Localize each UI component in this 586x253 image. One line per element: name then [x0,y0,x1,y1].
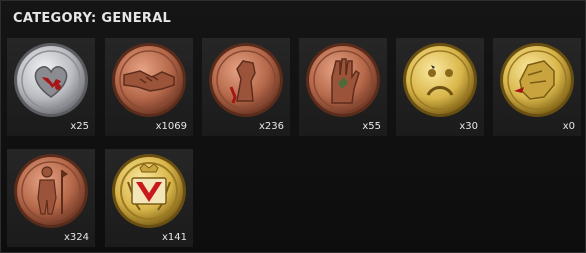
medal-tile-bloody-heart[interactable]: x25 [7,38,95,136]
medal-tile-sad-face[interactable]: x30 [396,38,484,136]
medal-tile-handshake[interactable]: x1069 [105,38,193,136]
face-profile-medal-icon [500,43,574,117]
bloody-heart-medal-icon [14,43,88,117]
medal-count: x1069 [155,121,187,132]
standing-soldier-medal-icon [14,154,88,228]
medal-tile-raised-fist[interactable]: x236 [202,38,290,136]
hand-medal-icon [306,43,380,117]
medal-count: x55 [362,121,381,132]
medal-tile-v-emblem[interactable]: x141 [105,149,193,247]
medal-tile-face-profile[interactable]: x0 [493,38,581,136]
medal-count: x30 [459,121,478,132]
category-title: CATEGORY: GENERAL [13,11,172,26]
medal-tile-hand[interactable]: x55 [299,38,387,136]
sad-face-medal-icon [403,43,477,117]
medal-count: x0 [562,121,575,132]
handshake-medal-icon [112,43,186,117]
category-panel: CATEGORY: GENERAL x25 x1069 x236 x55 x30… [0,0,586,253]
medal-tile-standing-soldier[interactable]: x324 [7,149,95,247]
raised-fist-medal-icon [209,43,283,117]
medal-count: x324 [63,232,89,243]
medal-count: x236 [258,121,284,132]
medal-count: x25 [70,121,89,132]
v-emblem-medal-icon [112,154,186,228]
medal-count: x141 [161,232,187,243]
